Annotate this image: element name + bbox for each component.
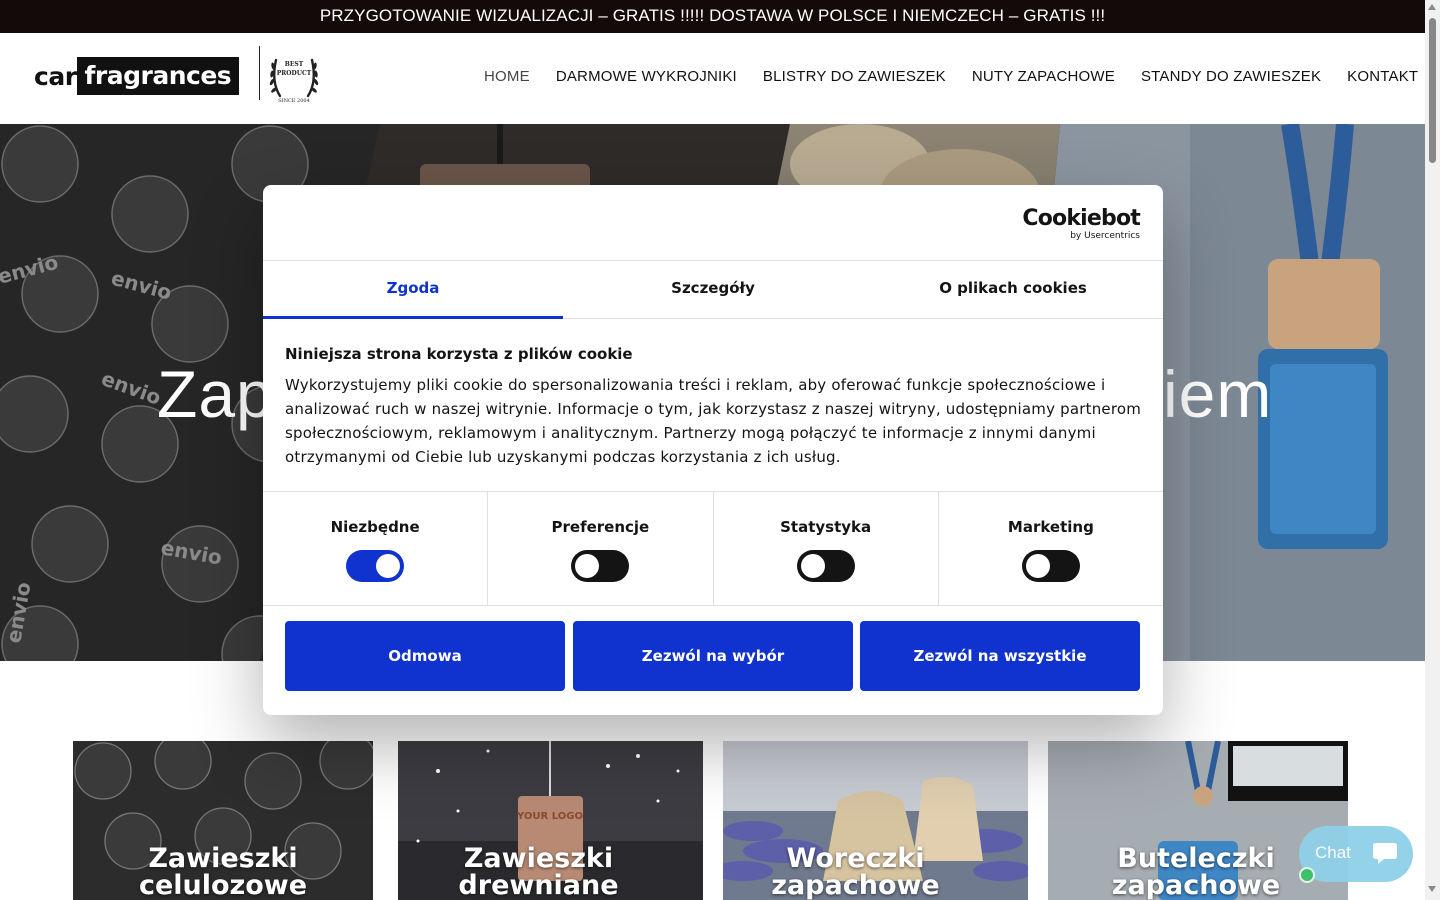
toggle-group-marketing: Marketing (939, 492, 1163, 605)
toggle-niezbedne[interactable] (346, 550, 405, 582)
deny-button[interactable]: Odmowa (285, 621, 565, 691)
card-zawieszki-celulozowe[interactable]: Zawieszki celulozowe (73, 741, 373, 900)
scrollbar-thumb[interactable] (1429, 18, 1436, 163)
chat-bubble-icon (1373, 843, 1397, 864)
allow-all-button[interactable]: Zezwól na wszystkie (860, 621, 1140, 691)
card-title: Zawieszki drewniane (458, 843, 619, 900)
toggle-knob (376, 554, 401, 578)
nav-item-kontakt[interactable]: KONTAKT (1347, 68, 1418, 88)
card-title: Woreczki zapachowe (771, 843, 940, 900)
scroll-up-arrow-icon[interactable] (1428, 4, 1436, 10)
cookie-title: Niniejsza strona korzysta z plików cooki… (285, 345, 633, 363)
badge-since: SINCE 2004 (278, 98, 310, 104)
tab-o-plikach-cookies[interactable]: O plikach cookies (863, 261, 1163, 318)
chat-online-status-icon (1299, 867, 1315, 883)
card-sign-text: YOUR LOGO (516, 811, 583, 822)
nav-item-home[interactable]: HOME (484, 68, 530, 88)
nav-item-nuty-zapachowe[interactable]: NUTY ZAPACHOWE (972, 68, 1115, 88)
card-woreczki-zapachowe[interactable]: Woreczki zapachowe (723, 741, 1028, 900)
toggle-group-statystyka: Statystyka (714, 492, 939, 605)
toggle-statystyka[interactable] (796, 550, 855, 582)
toggle-label: Marketing (1007, 518, 1094, 536)
hero-heading-right: iem (1163, 357, 1273, 431)
toggle-label: Statystyka (780, 518, 872, 536)
toggle-knob (575, 554, 600, 578)
toggle-group-niezbedne: Niezbędne (263, 492, 489, 605)
cookiebot-brand-sub: by Usercentrics (1070, 231, 1140, 241)
toggle-knob (1025, 554, 1050, 578)
cookiebot-brand: Cookiebot (1022, 206, 1140, 231)
toggle-label: Niezbędne (330, 518, 420, 536)
main-nav: HOME DARMOWE WYKROJNIKI BLISTRY DO ZAWIE… (484, 68, 1440, 88)
badge-line1: BEST (285, 61, 304, 68)
card-zawieszki-drewniane[interactable]: YOUR LOGO Zawieszki drewniane (398, 741, 703, 900)
card-title: Zawieszki celulozowe (138, 843, 308, 900)
chat-label: Chat (1315, 843, 1351, 862)
cookie-category-toggles: Niezbędne Preferencje Statystyka Marketi… (263, 491, 1163, 606)
logo-car-text: car (34, 61, 77, 91)
chat-widget-button[interactable]: Chat (1299, 826, 1413, 883)
site-logo[interactable]: car fragrances (34, 57, 240, 95)
logo-fragrances-text: fragrances (76, 57, 240, 95)
promo-bar: PRZYGOTOWANIE WIZUALIZACJI – GRATIS !!!!… (0, 0, 1425, 33)
toggle-knob (800, 554, 825, 578)
scroll-down-arrow-icon[interactable] (1428, 886, 1436, 892)
hero-heading-left: Zap (157, 357, 274, 431)
nav-item-standy[interactable]: STANDY DO ZAWIESZEK (1141, 68, 1321, 88)
tab-szczegoly[interactable]: Szczegóły (563, 261, 863, 318)
page-scrollbar[interactable] (1425, 0, 1440, 900)
logo-divider (259, 46, 260, 100)
cookie-description: Wykorzystujemy pliki cookie do spersonal… (285, 376, 1142, 466)
cookie-tabs: Zgoda Szczegóły O plikach cookies (263, 260, 1163, 319)
toggle-marketing[interactable] (1021, 550, 1080, 582)
cookie-consent-dialog: Cookiebot by Usercentrics Zgoda Szczegół… (263, 185, 1163, 715)
tab-zgoda[interactable]: Zgoda (263, 261, 563, 319)
nav-item-blistry[interactable]: BLISTRY DO ZAWIESZEK (763, 68, 946, 88)
cookiebot-logo: Cookiebot by Usercentrics (1022, 206, 1140, 242)
toggle-label: Preferencje (551, 518, 650, 536)
nav-item-darmowe-wykrojniki[interactable]: DARMOWE WYKROJNIKI (556, 68, 737, 88)
toggle-group-preferencje: Preferencje (488, 492, 714, 605)
toggle-preferencje[interactable] (571, 550, 630, 582)
allow-selection-button[interactable]: Zezwól na wybór (573, 621, 853, 691)
badge-line2: PRODUCT (277, 70, 312, 77)
best-product-laurel-icon: BEST PRODUCT SINCE 2004 (269, 58, 319, 104)
